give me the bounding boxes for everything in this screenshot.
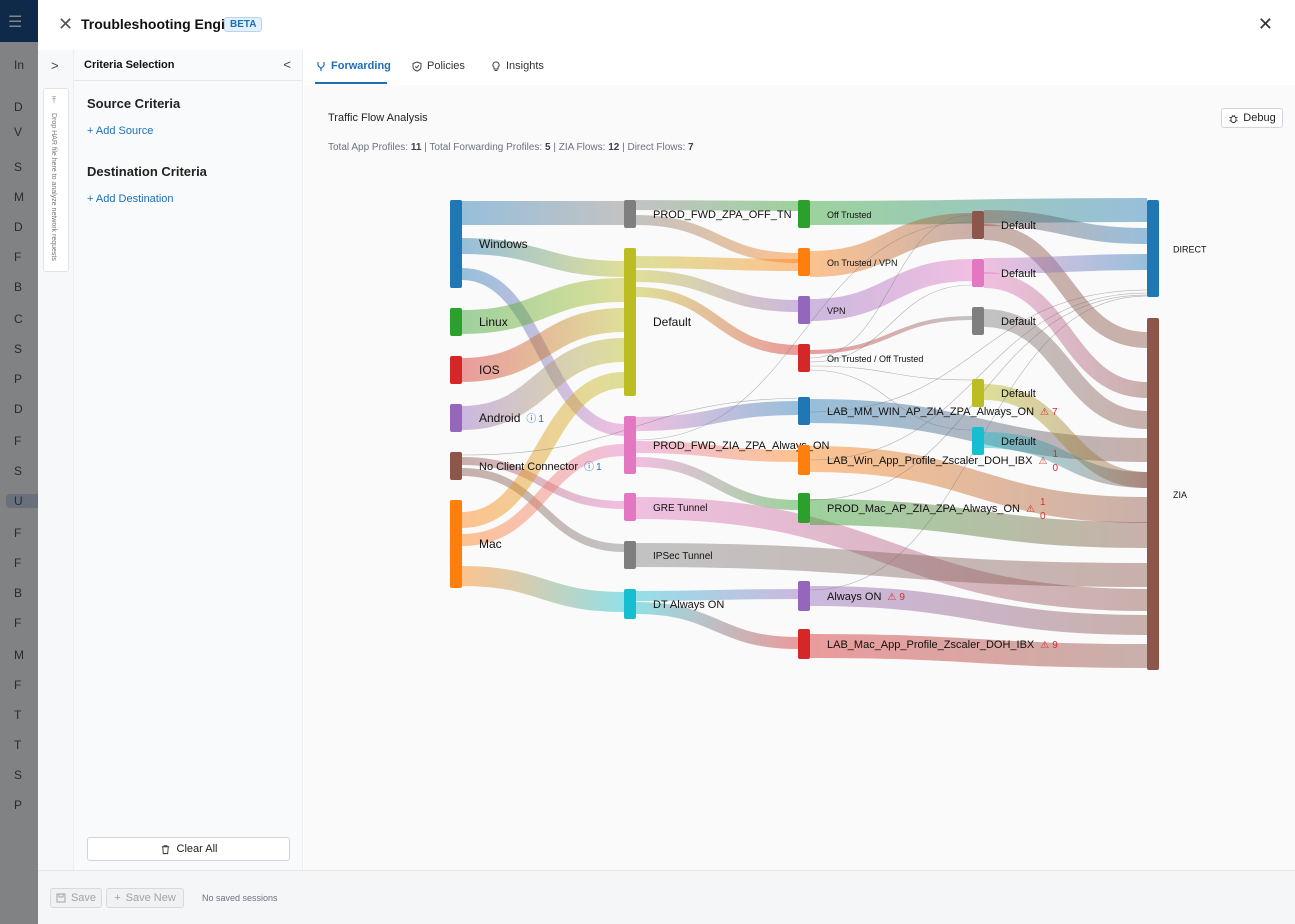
- har-drop-zone[interactable]: ⤒ Drop HAR file here to analyze network …: [43, 88, 69, 272]
- tab-bar: Forwarding Policies Insights: [304, 50, 1295, 85]
- debug-label: Debug: [1243, 112, 1276, 124]
- sankey-node[interactable]: [798, 629, 810, 659]
- sankey-node[interactable]: [972, 307, 984, 335]
- sankey-node[interactable]: [450, 500, 462, 588]
- sankey-node[interactable]: [798, 248, 810, 276]
- tab-policies-label: Policies: [427, 60, 465, 72]
- sankey-node[interactable]: [624, 493, 636, 521]
- traffic-flow-title: Traffic Flow Analysis: [328, 112, 428, 124]
- sankey-node[interactable]: [624, 589, 636, 619]
- sankey-node[interactable]: [798, 445, 810, 475]
- save-label: Save: [70, 892, 97, 904]
- tab-forwarding[interactable]: Forwarding: [316, 60, 391, 72]
- stat-value: 5: [545, 142, 551, 153]
- sankey-node[interactable]: [450, 452, 462, 480]
- stat-label: Total Forwarding Profiles:: [429, 142, 545, 153]
- har-drop-rail: > ⤒ Drop HAR file here to analyze networ…: [38, 50, 74, 870]
- destination-criteria-title: Destination Criteria: [87, 164, 207, 179]
- sankey-node[interactable]: [798, 344, 810, 372]
- plus-icon: +: [114, 892, 121, 904]
- clear-all-label: Clear All: [176, 843, 218, 855]
- criteria-panel: Criteria Selection < Source Criteria + A…: [74, 50, 303, 870]
- sankey-node[interactable]: [450, 404, 462, 432]
- tab-insights-label: Insights: [506, 60, 544, 72]
- sankey-node[interactable]: [624, 200, 636, 228]
- sankey-node[interactable]: [1147, 200, 1159, 297]
- save-new-button[interactable]: + Save New: [106, 888, 184, 908]
- stat-value: 11: [410, 142, 422, 153]
- add-source-link[interactable]: + Add Source: [87, 125, 153, 137]
- criteria-title: Criteria Selection: [84, 59, 175, 71]
- sankey-node[interactable]: [972, 259, 984, 287]
- sankey-node[interactable]: [450, 356, 462, 384]
- troubleshooting-modal: ✕ Troubleshooting Engine BETA ✕ > ⤒ Drop…: [38, 0, 1295, 924]
- sankey-node[interactable]: [798, 200, 810, 228]
- fork-icon: [317, 61, 325, 71]
- sankey-node[interactable]: [798, 296, 810, 324]
- stat-label: Direct Flows:: [627, 142, 689, 153]
- sankey-node[interactable]: [624, 248, 636, 396]
- bug-icon: [1229, 114, 1238, 123]
- stat-value: 12: [608, 142, 620, 153]
- sankey-node[interactable]: [972, 211, 984, 239]
- footer-bar: Save + Save New No saved sessions: [38, 870, 1295, 924]
- flow-stats: Total App Profiles: 11 | Total Forwardin…: [328, 142, 694, 153]
- active-tab-indicator: [315, 82, 387, 84]
- sankey-node[interactable]: [1147, 318, 1159, 670]
- criteria-header: Criteria Selection <: [74, 50, 303, 81]
- modal-close-icon[interactable]: ✕: [1258, 14, 1273, 35]
- stat-label: Total App Profiles:: [328, 142, 411, 153]
- stat-value: 7: [688, 142, 694, 153]
- tab-forwarding-label: Forwarding: [331, 60, 391, 72]
- sankey-node[interactable]: [624, 416, 636, 474]
- sankey-node[interactable]: [450, 200, 462, 288]
- save-icon: [56, 893, 66, 903]
- collapse-chevron-icon[interactable]: <: [283, 57, 291, 72]
- sankey-node[interactable]: [624, 541, 636, 569]
- trash-icon: [161, 844, 169, 854]
- shield-icon: [412, 60, 422, 72]
- har-drop-hint: Drop HAR file here to analyze network re…: [50, 113, 57, 261]
- expand-chevron-icon[interactable]: >: [51, 58, 59, 73]
- sankey-node[interactable]: [798, 493, 810, 523]
- source-criteria-title: Source Criteria: [87, 96, 181, 111]
- upload-icon: ⤒: [52, 95, 56, 105]
- beta-badge: BETA: [224, 17, 263, 32]
- sankey-node[interactable]: [972, 427, 984, 455]
- modal-header: ✕ Troubleshooting Engine BETA ✕: [38, 0, 1295, 50]
- sessions-note: No saved sessions: [202, 893, 278, 903]
- stat-label: ZIA Flows:: [558, 142, 609, 153]
- save-new-label: Save New: [125, 892, 176, 904]
- tab-policies[interactable]: Policies: [412, 60, 465, 72]
- sankey-node[interactable]: [798, 397, 810, 425]
- sankey-node[interactable]: [972, 379, 984, 407]
- modal-title: Troubleshooting Engine: [81, 16, 242, 32]
- save-button[interactable]: Save: [50, 888, 102, 908]
- sankey-node[interactable]: [450, 308, 462, 336]
- lightbulb-icon: [492, 60, 500, 71]
- debug-button[interactable]: Debug: [1221, 108, 1283, 128]
- clear-all-button[interactable]: Clear All: [87, 837, 290, 861]
- sankey-node[interactable]: [798, 581, 810, 611]
- add-destination-link[interactable]: + Add Destination: [87, 193, 174, 205]
- close-icon[interactable]: ✕: [58, 14, 73, 35]
- tab-insights[interactable]: Insights: [491, 60, 544, 72]
